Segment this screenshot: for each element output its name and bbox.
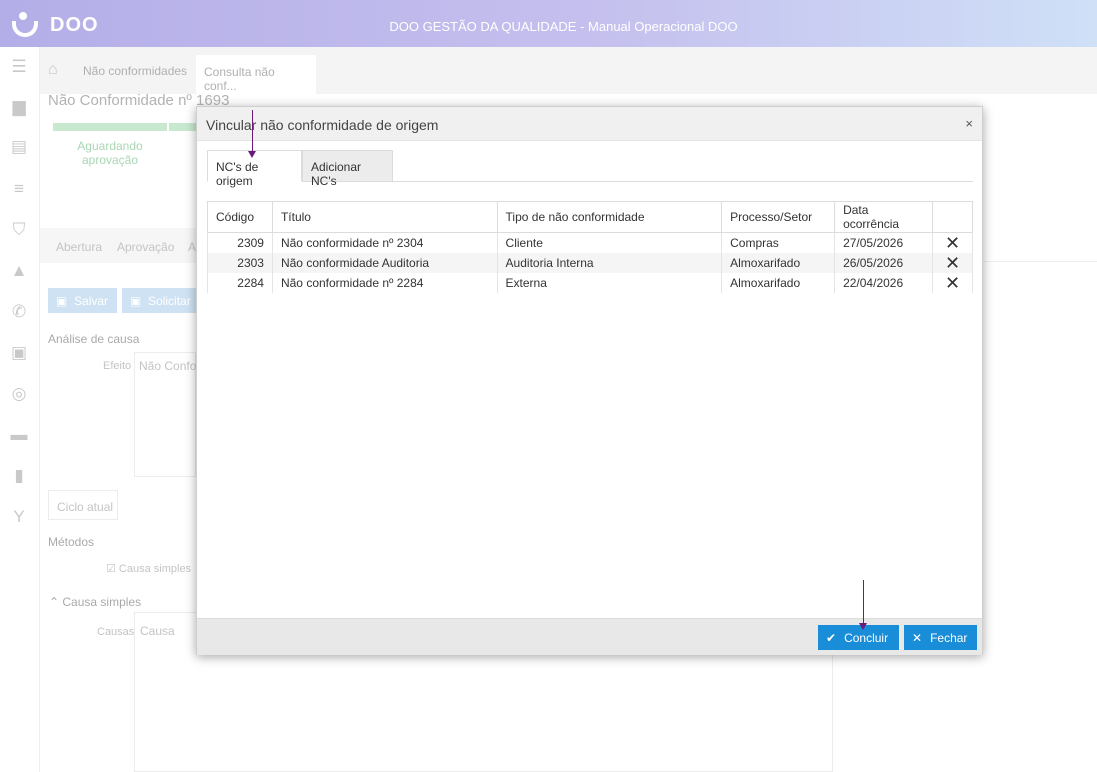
dialog-tabs: NC's de origem Adicionar NC's — [207, 150, 973, 188]
breadcrumb-item[interactable]: Não conformidades — [83, 64, 187, 78]
cell-codigo: 2303 — [207, 252, 273, 273]
conclude-label: Concluir — [844, 630, 889, 645]
cell-tipo: Cliente — [496, 232, 723, 253]
col-processo[interactable]: Processo/Setor — [721, 201, 836, 233]
cell-data: 26/05/2026 — [834, 252, 933, 273]
table-row[interactable]: 2309 Não conformidade nº 2304 Cliente Co… — [207, 232, 973, 253]
link-nc-dialog: Vincular não conformidade de origem × NC… — [196, 106, 983, 655]
annotation-arrow — [252, 110, 253, 152]
tab-abertura[interactable]: Abertura — [56, 240, 102, 254]
nc-origin-table: Código Título Tipo de não conformidade P… — [207, 201, 973, 293]
col-codigo[interactable]: Código — [207, 201, 273, 233]
annotation-arrow — [863, 580, 864, 624]
home-icon[interactable]: ⌂ — [48, 61, 58, 79]
folder-icon[interactable]: ▆ — [9, 97, 29, 117]
cell-tipo: Auditoria Interna — [496, 252, 723, 273]
cell-titulo: Não conformidade nº 2304 — [271, 232, 498, 253]
menu-icon[interactable]: ☰ — [9, 57, 29, 77]
clipboard-icon[interactable]: ▤ — [9, 137, 29, 157]
cell-titulo: Não conformidade Auditoria — [271, 252, 498, 273]
request-label: Solicitar — [148, 294, 191, 308]
remove-icon[interactable]: ✕ — [932, 252, 973, 273]
close-icon[interactable]: × — [965, 116, 973, 131]
col-data[interactable]: Data ocorrência — [834, 201, 933, 233]
effect-value: Não Confo — [139, 359, 197, 373]
cell-processo: Almoxarifado — [721, 272, 836, 293]
simple-cause-section[interactable]: ⌃ Causa simples — [49, 595, 141, 609]
progress-step — [53, 123, 167, 131]
save-label: Salvar — [74, 294, 109, 308]
table-header-row: Código Título Tipo de não conformidade P… — [207, 201, 973, 233]
top-bar: DOO DOO GESTÃO DA QUALIDADE - Manual Ope… — [0, 0, 1097, 47]
methods-label: Métodos — [48, 535, 95, 549]
causes-placeholder: Causa — [140, 624, 175, 638]
cell-codigo: 2284 — [207, 272, 273, 293]
tab-partial[interactable]: A — [188, 240, 196, 254]
close-label: Fechar — [930, 630, 968, 645]
shield-check-icon[interactable]: ⛉ — [9, 220, 29, 240]
cell-tipo: Externa — [496, 272, 723, 293]
cell-data: 27/05/2026 — [834, 232, 933, 253]
remove-icon[interactable]: ✕ — [932, 272, 973, 293]
tab-aprovacao[interactable]: Aprovação — [117, 240, 174, 254]
warning-icon[interactable]: ▲ — [9, 261, 29, 281]
causes-label: Causas — [97, 626, 135, 638]
simple-cause-section-label: Causa simples — [62, 595, 142, 609]
cell-titulo: Não conformidade nº 2284 — [271, 272, 498, 293]
x-icon: ✕ — [912, 630, 923, 645]
annotation-arrowhead — [248, 151, 256, 158]
progress-step — [169, 123, 196, 131]
table-row[interactable]: 2284 Não conformidade nº 2284 Externa Al… — [207, 272, 973, 293]
cycle-tab-label: Ciclo atual — [57, 500, 114, 514]
dialog-header: Vincular não conformidade de origem × — [197, 107, 982, 141]
cell-processo: Compras — [721, 232, 836, 253]
dialog-title: Vincular não conformidade de origem — [206, 117, 439, 133]
bar-chart-icon[interactable]: ▮ — [9, 466, 29, 486]
cell-data: 22/04/2026 — [834, 272, 933, 293]
col-titulo[interactable]: Título — [271, 201, 498, 233]
breadcrumb-active-tab[interactable]: Consulta não conf... — [196, 55, 316, 94]
effect-label: Efeito — [103, 360, 132, 372]
truck-icon[interactable]: ▬ — [9, 425, 29, 445]
list-icon[interactable]: ≡ — [9, 179, 29, 199]
status-label: Aguardando aprovação — [77, 139, 143, 167]
close-button[interactable]: ✕ Fechar — [904, 625, 977, 650]
table-row[interactable]: 2303 Não conformidade Auditoria Auditori… — [207, 252, 973, 273]
col-actions — [932, 201, 973, 233]
check-icon: ✔ — [826, 630, 837, 645]
contact-card-icon[interactable]: ▣ — [9, 343, 29, 363]
save-button[interactable]: ▣ Salvar — [48, 288, 117, 313]
tab-adicionar-nc[interactable]: Adicionar NC's — [302, 150, 393, 188]
simple-cause-checkbox-label: Causa simples — [118, 563, 192, 575]
target-icon[interactable]: ◎ — [9, 384, 29, 404]
analysis-label: Análise de causa — [48, 332, 140, 346]
breadcrumb: ⌂ Não conformidades Consulta não conf... — [40, 47, 1097, 94]
sidebar: ☰ ▆ ▤ ≡ ⛉ ▲ ✆ ▣ ◎ ▬ ▮ Y — [0, 47, 40, 772]
app-title: DOO GESTÃO DA QUALIDADE - Manual Operaci… — [389, 19, 738, 34]
fork-icon[interactable]: Y — [9, 507, 29, 527]
request-button[interactable]: ▣ Solicitar — [122, 288, 196, 313]
simple-cause-checkbox[interactable]: ☑ Causa simples — [106, 562, 191, 575]
cell-processo: Almoxarifado — [721, 252, 836, 273]
remove-icon[interactable]: ✕ — [932, 232, 973, 253]
cell-codigo: 2309 — [207, 232, 273, 253]
col-tipo[interactable]: Tipo de não conformidade — [496, 201, 723, 233]
phone-icon[interactable]: ✆ — [9, 302, 29, 322]
annotation-arrowhead — [859, 623, 867, 630]
